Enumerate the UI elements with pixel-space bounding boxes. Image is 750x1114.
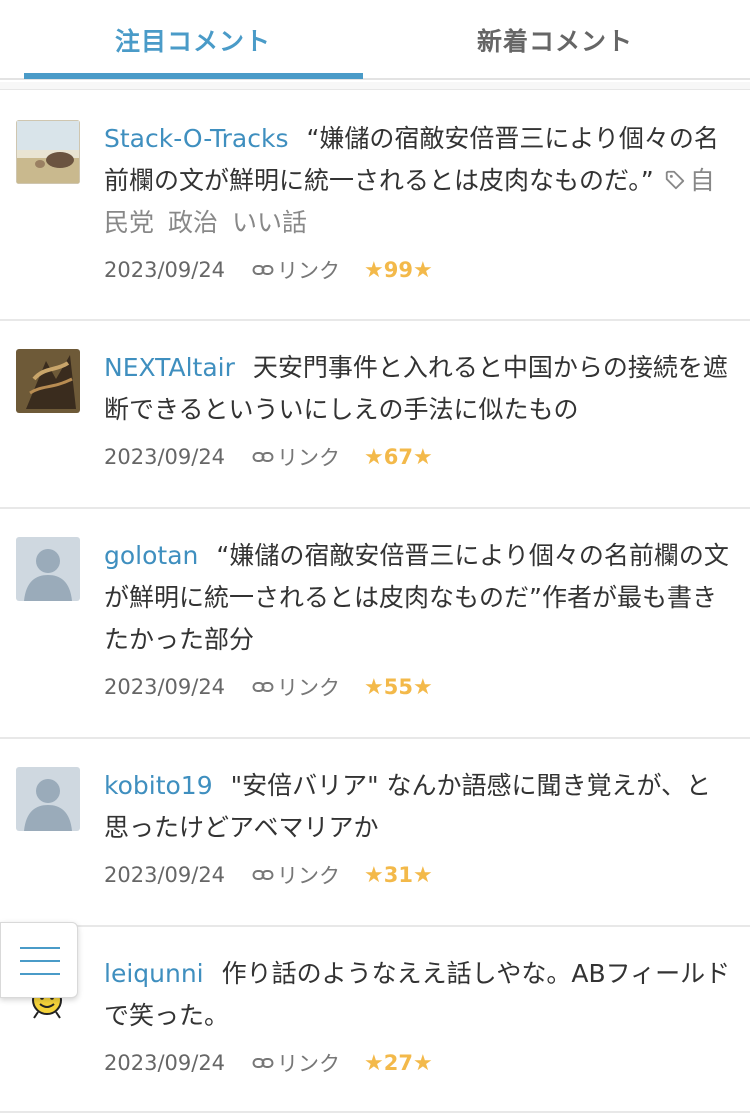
comment-link[interactable]: リンク	[251, 1048, 340, 1078]
comment-date: 2023/09/24	[104, 863, 226, 887]
comment-username[interactable]: golotan	[104, 541, 198, 570]
star-count[interactable]: ★ 55 ★	[364, 675, 433, 700]
link-label: リンク	[277, 446, 341, 470]
tag-link[interactable]: いい話	[232, 208, 307, 237]
add-star-icon[interactable]: ★	[413, 863, 433, 888]
comment-link[interactable]: リンク	[251, 672, 340, 702]
avatar[interactable]	[16, 349, 80, 413]
comment-text: kobito19 "安倍バリア" なんか語感に聞き覚えが、と思ったけどアベマリアか	[104, 765, 734, 849]
star-count-value: 31	[383, 863, 414, 887]
default-user-icon	[16, 767, 80, 831]
comment-item: golotan “嫌儲の宿敵安倍晋三により個々の名前欄の文が鮮明に統一されるとは皮…	[0, 509, 750, 739]
comment-text: golotan “嫌儲の宿敵安倍晋三により個々の名前欄の文が鮮明に統一されるとは皮…	[104, 535, 734, 661]
comment-link[interactable]: リンク	[251, 255, 340, 285]
star-count[interactable]: ★ 99 ★	[364, 258, 433, 283]
avatar-image-icon	[16, 349, 80, 413]
add-star-icon[interactable]: ★	[413, 675, 433, 700]
comment-text: leiqunni 作り話のようなええ話しやな。ABフィールドで笑った。	[104, 953, 734, 1037]
menu-button[interactable]	[0, 922, 78, 998]
tab-featured-comments[interactable]: 注目コメント	[24, 0, 362, 80]
star-icon: ★	[364, 1050, 384, 1076]
add-star-icon[interactable]: ★	[413, 1051, 433, 1076]
comment-username[interactable]: Stack-O-Tracks	[104, 124, 288, 153]
default-user-icon	[16, 537, 80, 601]
comment-date: 2023/09/24	[104, 675, 226, 699]
link-icon	[252, 1058, 274, 1068]
comment-item: NEXTAltair 天安門事件と入れると中国からの接続を遮断できるといういにしえ…	[0, 321, 750, 509]
comment-item: kobito19 "安倍バリア" なんか語感に聞き覚えが、と思ったけどアベマリアか…	[0, 739, 750, 927]
comment-username[interactable]: leiqunni	[104, 959, 204, 988]
link-icon	[252, 870, 274, 880]
link-icon	[252, 682, 274, 692]
comment-text: NEXTAltair 天安門事件と入れると中国からの接続を遮断できるといういにしえ…	[104, 347, 734, 431]
comment-date: 2023/09/24	[104, 258, 226, 282]
star-icon: ★	[364, 674, 384, 700]
comment-item: leiqunni 作り話のようなええ話しやな。ABフィールドで笑った。 2023/…	[0, 927, 750, 1113]
star-count[interactable]: ★ 31 ★	[364, 863, 433, 888]
link-label: リンク	[277, 864, 341, 888]
comment-link[interactable]: リンク	[251, 442, 340, 472]
comment-username[interactable]: kobito19	[104, 771, 213, 800]
star-count[interactable]: ★ 27 ★	[364, 1051, 433, 1076]
hamburger-icon	[20, 973, 60, 975]
star-count-value: 27	[383, 1051, 414, 1075]
add-star-icon[interactable]: ★	[413, 445, 433, 470]
tag-link[interactable]: 政治	[168, 208, 218, 237]
hamburger-icon	[20, 960, 60, 962]
divider-band	[0, 82, 750, 90]
star-count-value: 55	[383, 675, 414, 699]
star-count[interactable]: ★ 67 ★	[364, 445, 433, 470]
link-icon	[252, 265, 274, 275]
avatar[interactable]	[16, 537, 80, 601]
comment-item: Stack-O-Tracks “嫌儲の宿敵安倍晋三により個々の名前欄の文が鮮明に統…	[0, 90, 750, 321]
comment-date: 2023/09/24	[104, 1051, 226, 1075]
link-label: リンク	[277, 1052, 341, 1076]
tab-new-comments[interactable]: 新着コメント	[386, 0, 724, 80]
star-count-value: 99	[383, 258, 414, 282]
star-count-value: 67	[383, 445, 414, 469]
star-icon: ★	[364, 862, 384, 888]
avatar[interactable]	[16, 767, 80, 831]
active-tab-indicator	[24, 73, 363, 79]
tab-bar: 注目コメント 新着コメント	[0, 0, 750, 80]
comment-username[interactable]: NEXTAltair	[104, 353, 235, 382]
comment-text: Stack-O-Tracks “嫌儲の宿敵安倍晋三により個々の名前欄の文が鮮明に統…	[104, 118, 734, 244]
link-label: リンク	[277, 259, 341, 283]
comment-date: 2023/09/24	[104, 445, 226, 469]
star-icon: ★	[364, 257, 384, 283]
tag-icon	[665, 170, 684, 190]
avatar-image-icon	[16, 120, 80, 184]
hamburger-icon	[20, 947, 60, 949]
comment-link[interactable]: リンク	[251, 860, 340, 890]
add-star-icon[interactable]: ★	[413, 258, 433, 283]
star-icon: ★	[364, 444, 384, 470]
link-label: リンク	[277, 676, 341, 700]
avatar[interactable]	[16, 120, 80, 184]
link-icon	[252, 452, 274, 462]
